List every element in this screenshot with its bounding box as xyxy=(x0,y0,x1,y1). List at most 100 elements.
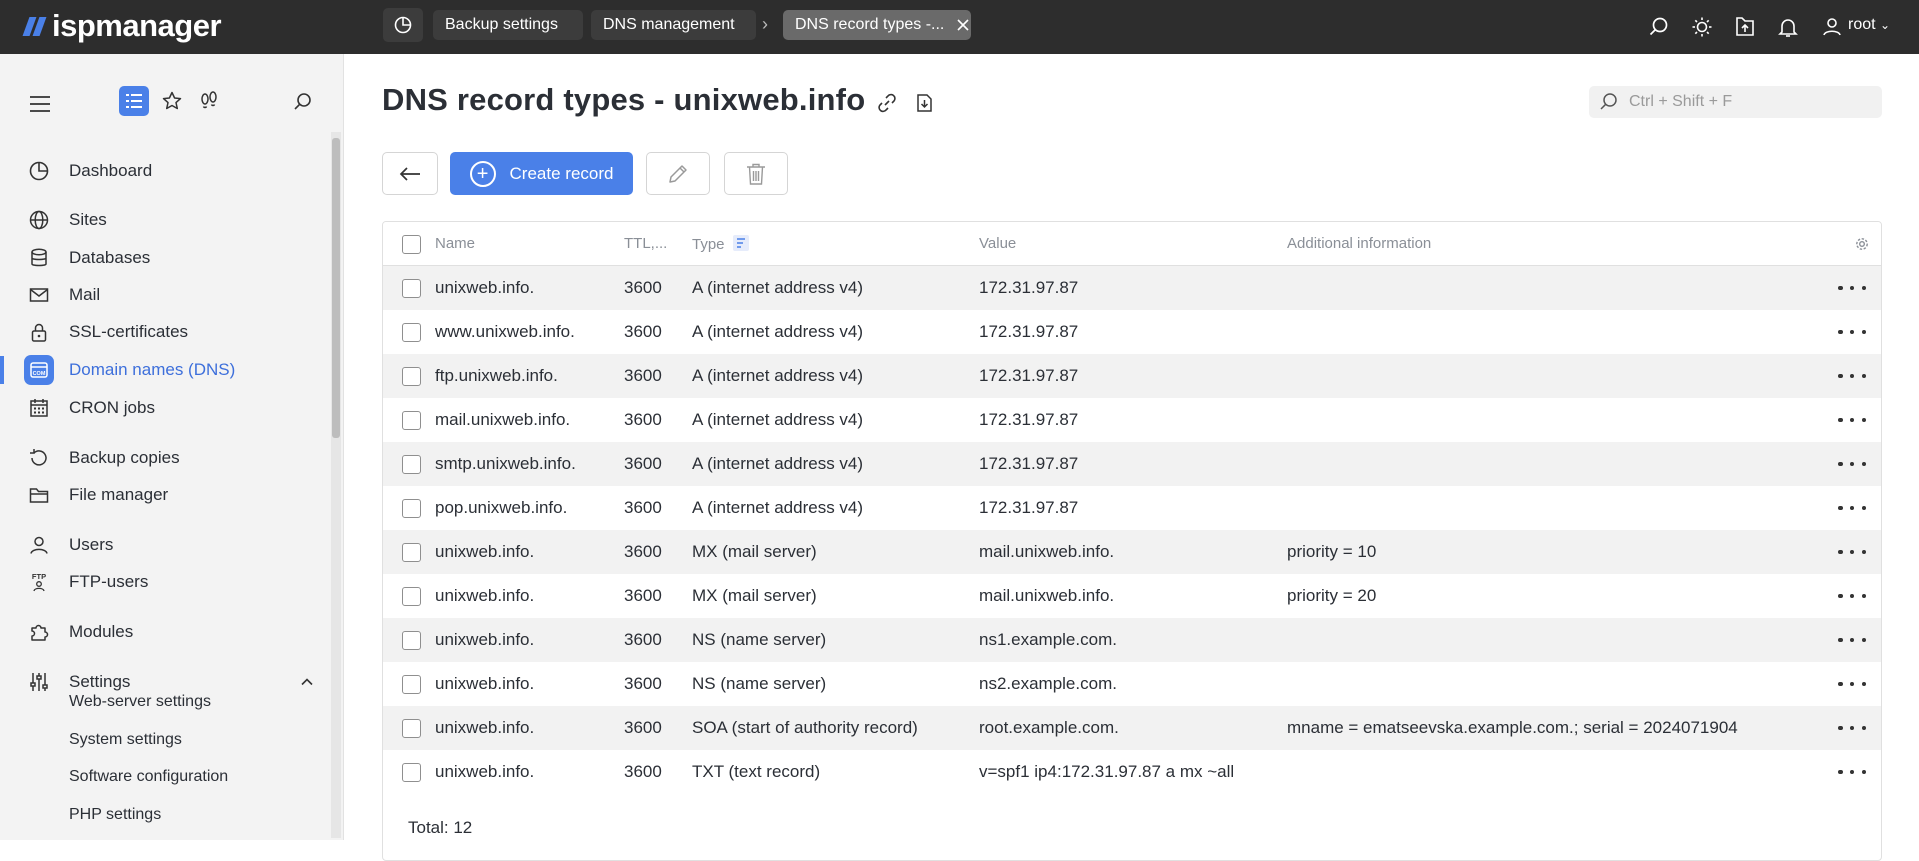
link-icon[interactable] xyxy=(874,90,900,116)
search-icon[interactable] xyxy=(1645,13,1673,41)
row-more-actions-icon[interactable] xyxy=(1838,410,1866,430)
table-row[interactable]: www.unixweb.info. 3600 A (internet address… xyxy=(383,310,1881,354)
chevron-up-icon[interactable] xyxy=(300,674,314,694)
row-more-actions-icon[interactable] xyxy=(1838,278,1866,298)
sidebar-subitem-web-server-settings[interactable]: Web-server settings xyxy=(69,693,211,711)
row-checkbox[interactable] xyxy=(402,455,421,474)
user-name: root xyxy=(1848,16,1876,33)
sidebar-item-domain-names[interactable]: COM Domain names (DNS) xyxy=(0,353,330,387)
table-row[interactable]: unixweb.info. 3600 MX (mail server) mail.un… xyxy=(383,574,1881,618)
sidebar-item-databases[interactable]: Databases xyxy=(0,241,330,275)
table-row[interactable]: mail.unixweb.info. 3600 A (internet addres… xyxy=(383,398,1881,442)
tab-dns-management[interactable]: DNS management xyxy=(591,10,756,40)
column-settings-gear-icon[interactable] xyxy=(1854,236,1870,257)
sort-icon[interactable] xyxy=(732,235,749,255)
user-menu[interactable]: root ⌄ xyxy=(1848,16,1890,34)
user-icon xyxy=(27,533,51,557)
table-row[interactable]: unixweb.info. 3600 NS (name server) ns1.exa… xyxy=(383,618,1881,662)
cell-name: ftp.unixweb.info. xyxy=(435,366,558,385)
sidebar-item-file-manager[interactable]: File manager xyxy=(0,478,330,512)
upload-icon[interactable] xyxy=(1731,13,1759,41)
row-more-actions-icon[interactable] xyxy=(1838,630,1866,650)
column-ttl-header[interactable]: TTL,... xyxy=(624,235,667,252)
close-icon[interactable] xyxy=(956,18,970,32)
cell-ttl: 3600 xyxy=(624,454,662,473)
table-header: Name TTL,... Type Value Additional infor… xyxy=(383,222,1881,266)
top-bar: ispmanager Backup settings DNS managemen… xyxy=(0,0,1919,54)
user-icon[interactable] xyxy=(1818,13,1846,41)
sidebar-item-sites[interactable]: Sites xyxy=(0,203,330,237)
row-more-actions-icon[interactable] xyxy=(1838,542,1866,562)
table-row[interactable]: smtp.unixweb.info. 3600 A (internet addres… xyxy=(383,442,1881,486)
sidebar-item-ftp-users[interactable]: FTP FTP-users xyxy=(0,565,330,599)
cell-info: mname = ematseevska.example.com.; serial… xyxy=(1287,718,1738,737)
sidebar-item-label: Dashboard xyxy=(69,161,153,180)
row-checkbox[interactable] xyxy=(402,543,421,562)
table-row[interactable]: unixweb.info. 3600 A (internet address v4)… xyxy=(383,266,1881,310)
cell-info: priority = 20 xyxy=(1287,586,1377,605)
row-checkbox[interactable] xyxy=(402,367,421,386)
theme-sun-icon[interactable] xyxy=(1688,13,1716,41)
tab-dns-record-types[interactable]: DNS record types -... xyxy=(783,10,971,40)
sidebar-item-dashboard[interactable]: Dashboard xyxy=(0,154,330,188)
row-checkbox[interactable] xyxy=(402,763,421,782)
row-checkbox[interactable] xyxy=(402,675,421,694)
sidebar-item-label: File manager xyxy=(69,485,169,504)
sidebar-item-mail[interactable]: Mail xyxy=(0,278,330,312)
row-checkbox[interactable] xyxy=(402,323,421,342)
table-row[interactable]: unixweb.info. 3600 NS (name server) ns2.exa… xyxy=(383,662,1881,706)
sidebar-item-users[interactable]: Users xyxy=(0,528,330,562)
sidebar-item-ssl-certificates[interactable]: SSL-certificates xyxy=(0,315,330,349)
sidebar-item-cron-jobs[interactable]: CRON jobs xyxy=(0,391,330,425)
sidebar-subitem-software-configuration[interactable]: Software configuration xyxy=(69,768,228,786)
sidebar-subitem-system-settings[interactable]: System settings xyxy=(69,731,182,749)
bell-icon[interactable] xyxy=(1774,13,1802,41)
row-checkbox[interactable] xyxy=(402,411,421,430)
sidebar-scrollbar[interactable] xyxy=(331,132,341,838)
edit-button[interactable] xyxy=(646,152,710,195)
search-input[interactable] xyxy=(1629,86,1869,118)
create-record-button[interactable]: + Create record xyxy=(450,152,633,195)
logo[interactable]: ispmanager xyxy=(22,8,222,43)
select-all-checkbox[interactable] xyxy=(402,235,421,254)
row-more-actions-icon[interactable] xyxy=(1838,586,1866,606)
sidebar-item-modules[interactable]: Modules xyxy=(0,615,330,649)
tab-backup-settings[interactable]: Backup settings xyxy=(433,10,583,40)
sidebar-item-backup-copies[interactable]: Backup copies xyxy=(0,441,330,475)
row-more-actions-icon[interactable] xyxy=(1838,366,1866,386)
table-row[interactable]: pop.unixweb.info. 3600 A (internet address… xyxy=(383,486,1881,530)
back-button[interactable] xyxy=(382,152,438,195)
hamburger-menu-icon[interactable] xyxy=(28,92,52,116)
row-checkbox[interactable] xyxy=(402,587,421,606)
footprints-icon[interactable] xyxy=(197,89,221,113)
column-value-header[interactable]: Value xyxy=(979,235,1016,252)
table-row[interactable]: unixweb.info. 3600 SOA (start of authority… xyxy=(383,706,1881,750)
row-more-actions-icon[interactable] xyxy=(1838,762,1866,782)
star-icon[interactable] xyxy=(160,89,184,113)
menu-list-view-button[interactable] xyxy=(119,86,149,116)
row-checkbox[interactable] xyxy=(402,631,421,650)
row-checkbox[interactable] xyxy=(402,279,421,298)
list-icon xyxy=(126,94,142,108)
row-checkbox[interactable] xyxy=(402,499,421,518)
row-more-actions-icon[interactable] xyxy=(1838,498,1866,518)
row-more-actions-icon[interactable] xyxy=(1838,718,1866,738)
dashboard-tab[interactable] xyxy=(383,8,423,42)
export-icon[interactable] xyxy=(911,90,937,116)
table-row[interactable]: unixweb.info. 3600 TXT (text record) v=spf1… xyxy=(383,750,1881,794)
column-info-header[interactable]: Additional information xyxy=(1287,235,1431,252)
delete-button[interactable] xyxy=(724,152,788,195)
sidebar-subitem-php-settings[interactable]: PHP settings xyxy=(69,806,161,824)
column-name-header[interactable]: Name xyxy=(435,235,475,252)
sidebar-search-icon[interactable] xyxy=(291,90,315,114)
row-more-actions-icon[interactable] xyxy=(1838,674,1866,694)
row-checkbox[interactable] xyxy=(402,719,421,738)
row-more-actions-icon[interactable] xyxy=(1838,454,1866,474)
scrollbar-thumb[interactable] xyxy=(332,138,340,438)
cell-value: 172.31.97.87 xyxy=(979,322,1079,341)
table-row[interactable]: unixweb.info. 3600 MX (mail server) mail.un… xyxy=(383,530,1881,574)
row-more-actions-icon[interactable] xyxy=(1838,322,1866,342)
column-type-header[interactable]: Type xyxy=(692,235,749,255)
globe-icon xyxy=(27,208,51,232)
table-row[interactable]: ftp.unixweb.info. 3600 A (internet address… xyxy=(383,354,1881,398)
